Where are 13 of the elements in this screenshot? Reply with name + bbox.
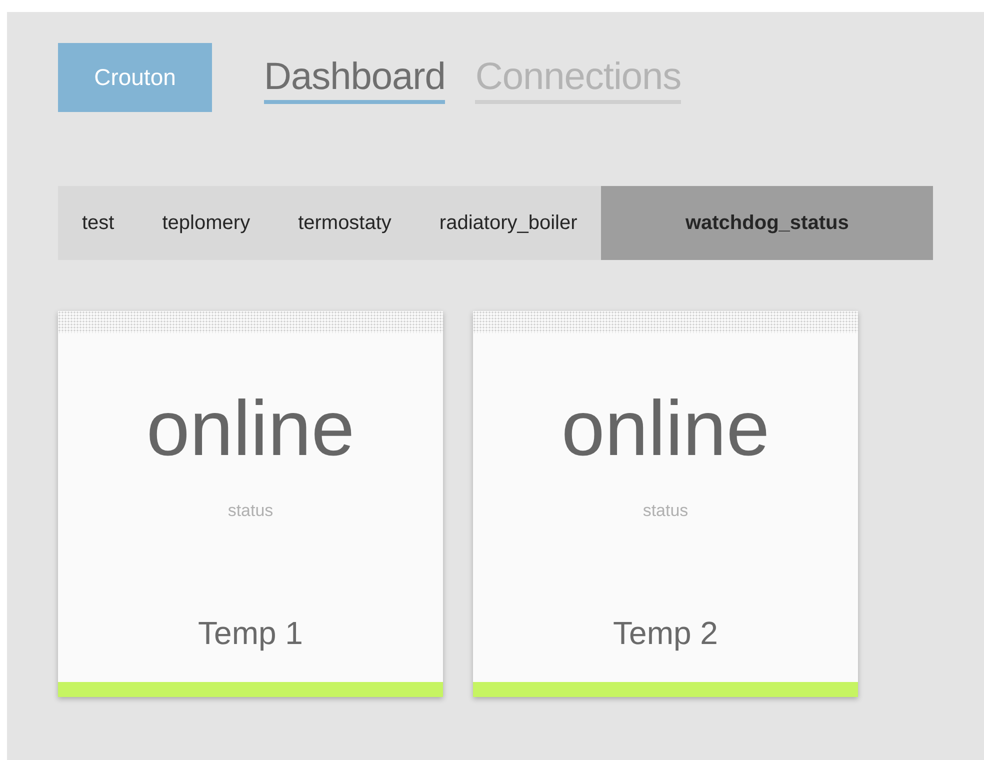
group-tab[interactable]: teplomery [138, 186, 274, 260]
brand-logo: Crouton [58, 43, 212, 112]
card-title: Temp 1 [198, 615, 303, 652]
nav-tab[interactable]: Dashboard [264, 54, 446, 104]
group-tab[interactable]: radiatory_boiler [415, 186, 602, 260]
group-tab[interactable]: test [58, 186, 138, 260]
status-value: online [561, 383, 770, 473]
group-tab[interactable]: termostaty [274, 186, 416, 260]
value-label: status [642, 501, 688, 521]
group-tab[interactable]: watchdog_status [601, 186, 933, 260]
card-title: Temp 2 [613, 615, 718, 652]
value-label: status [228, 501, 274, 521]
status-value: online [146, 383, 355, 473]
